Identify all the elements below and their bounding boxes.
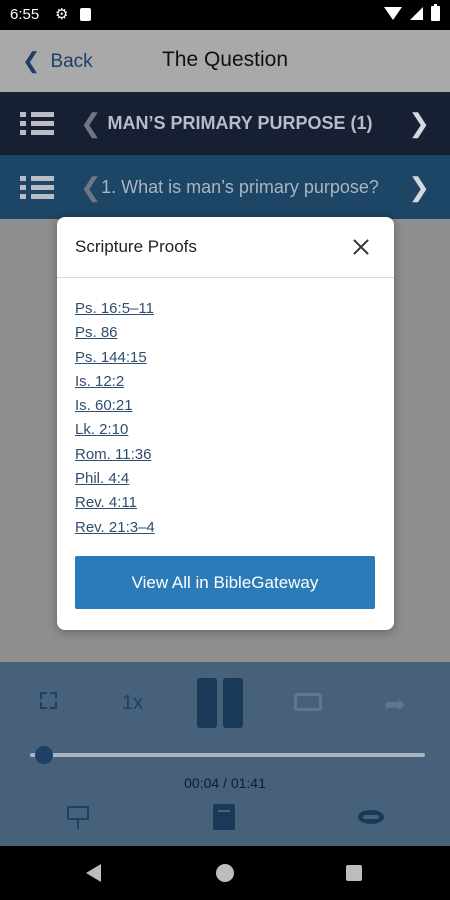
proof-link[interactable]: Rev. 4:11: [75, 491, 155, 515]
dialog-title: Scripture Proofs: [75, 237, 197, 256]
fullscreen-icon[interactable]: [40, 692, 57, 709]
close-icon[interactable]: [349, 235, 373, 259]
sd-card-icon: [80, 8, 91, 21]
wifi-icon: [384, 7, 402, 20]
list-icon[interactable]: [20, 108, 54, 139]
next-section-icon[interactable]: ❯: [408, 108, 430, 139]
gear-icon: ⚙: [55, 6, 69, 23]
proof-link[interactable]: Phil. 4:4: [75, 467, 155, 491]
repeat-icon[interactable]: [294, 693, 322, 711]
question-title: 1. What is man’s primary purpose?: [101, 176, 379, 197]
book-icon[interactable]: [210, 804, 238, 830]
status-time: 6:55: [10, 6, 40, 23]
seek-handle[interactable]: [35, 746, 53, 764]
battery-icon: [431, 4, 440, 21]
proof-link[interactable]: Ps. 86: [75, 321, 155, 345]
proof-link[interactable]: Rev. 21:3–4: [75, 516, 155, 540]
proof-list: Ps. 16:5–11 Ps. 86 Ps. 144:15 Is. 12:2 I…: [75, 297, 155, 540]
presentation-icon[interactable]: [65, 804, 93, 830]
system-home-icon[interactable]: [216, 864, 234, 882]
mouth-icon[interactable]: [357, 804, 385, 830]
scripture-proofs-dialog: Scripture Proofs Ps. 16:5–11 Ps. 86 Ps. …: [57, 217, 394, 630]
audio-player: 1x ➦ 00:04 / 01:41: [0, 662, 450, 846]
system-recents-icon[interactable]: [346, 865, 362, 881]
system-back-icon[interactable]: [86, 864, 101, 882]
previous-question-icon[interactable]: ❮: [80, 172, 102, 203]
playback-time: 00:04 / 01:41: [184, 775, 266, 791]
section-title: MAN’S PRIMARY PURPOSE (1): [107, 113, 373, 133]
cell-signal-icon: [410, 7, 423, 20]
proof-link[interactable]: Rom. 11:36: [75, 443, 155, 467]
proof-link[interactable]: Ps. 16:5–11: [75, 297, 155, 321]
dialog-header: Scripture Proofs: [57, 217, 394, 278]
view-all-biblegateway-button[interactable]: View All in BibleGateway: [75, 556, 375, 609]
question-navigator: ❮ 1. What is man’s primary purpose? ❯: [0, 155, 450, 219]
proof-link[interactable]: Lk. 2:10: [75, 418, 155, 442]
proof-link[interactable]: Ps. 144:15: [75, 346, 155, 370]
seek-bar[interactable]: [30, 746, 425, 764]
previous-section-icon[interactable]: ❮: [80, 108, 102, 139]
system-nav-bar: [0, 846, 450, 900]
next-question-icon[interactable]: ❯: [408, 172, 430, 203]
top-app-bar: ❮ Back The Question: [0, 30, 450, 92]
list-icon[interactable]: [20, 172, 54, 203]
share-forward-icon[interactable]: ➦: [384, 689, 406, 720]
section-navigator: ❮ MAN’S PRIMARY PURPOSE (1) ❯: [0, 92, 450, 155]
pause-button[interactable]: [197, 678, 247, 728]
status-bar: 6:55 ⚙: [0, 0, 450, 30]
proof-link[interactable]: Is. 60:21: [75, 394, 155, 418]
page-title: The Question: [161, 48, 289, 71]
proof-link[interactable]: Is. 12:2: [75, 370, 155, 394]
playback-speed-button[interactable]: 1x: [122, 692, 143, 715]
